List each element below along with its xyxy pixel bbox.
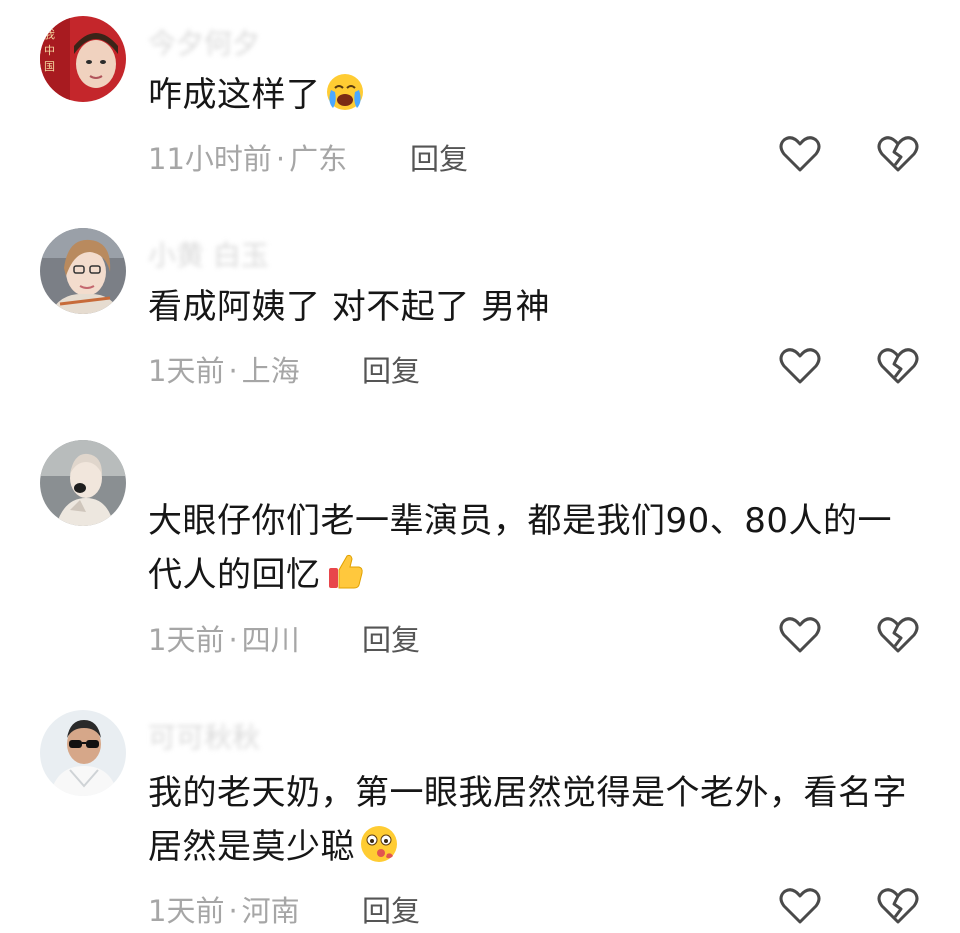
- crying-face-emoji: [326, 74, 363, 110]
- meta-separator: ·: [228, 354, 238, 388]
- heart-outline-icon[interactable]: [778, 615, 822, 655]
- meta-separator: ·: [275, 142, 286, 176]
- comment-text-body: 看成阿姨了 对不起了 男神: [148, 287, 551, 327]
- svg-text:我: 我: [44, 28, 55, 41]
- meta-separator: ·: [228, 623, 238, 657]
- comment-text: 我的老天奶，第一眼我居然觉得是个老外，看名字居然是莫少聪: [148, 766, 920, 874]
- surprised-face-emoji: [361, 826, 397, 862]
- comment-text-body: 我的老天奶，第一眼我居然觉得是个老外，看名字居然是莫少聪: [148, 773, 907, 867]
- avatar[interactable]: [40, 228, 126, 314]
- heart-outline-icon[interactable]: [778, 134, 822, 174]
- comment-meta: 1天前 · 河南: [148, 888, 300, 930]
- avatar[interactable]: 我 中 国: [40, 16, 126, 102]
- meta-separator: ·: [228, 894, 238, 928]
- comment-text: 看成阿姨了 对不起了 男神: [148, 280, 920, 334]
- avatar[interactable]: [40, 440, 126, 526]
- comment-location: 河南: [241, 894, 300, 928]
- comment-time: 1天前: [148, 623, 225, 657]
- heart-outline-icon[interactable]: [778, 886, 822, 926]
- broken-heart-icon[interactable]: [876, 886, 920, 926]
- broken-heart-icon[interactable]: [876, 615, 920, 655]
- svg-text:国: 国: [44, 60, 55, 73]
- reply-button[interactable]: 回复: [362, 348, 420, 390]
- comment-time: 11小时前: [148, 142, 272, 176]
- username[interactable]: 今夕何夕: [148, 22, 260, 62]
- comment-meta: 11小时前 · 广东: [148, 136, 347, 178]
- comment-location: 广东: [289, 142, 348, 176]
- avatar[interactable]: [40, 710, 126, 796]
- username[interactable]: 可可秋秋: [148, 716, 260, 756]
- svg-text:中: 中: [44, 44, 55, 57]
- comment-text: 大眼仔你们老一辈演员，都是我们90、80人的一代人的回忆: [148, 494, 920, 602]
- comment-meta: 1天前 · 四川: [148, 617, 300, 659]
- heart-outline-icon[interactable]: [778, 346, 822, 386]
- comment-time: 1天前: [148, 894, 225, 928]
- reply-button[interactable]: 回复: [410, 136, 468, 178]
- broken-heart-icon[interactable]: [876, 134, 920, 174]
- reply-button[interactable]: 回复: [362, 888, 420, 930]
- comment-meta: 1天前 · 上海: [148, 348, 300, 390]
- comment-text-body: 咋成这样了: [148, 75, 321, 115]
- username[interactable]: 小黄 白玉: [148, 234, 269, 274]
- comment-text-body: 大眼仔你们老一辈演员，都是我们90、80人的一代人的回忆: [148, 501, 893, 595]
- comment-text: 咋成这样了: [148, 68, 920, 122]
- comment-location: 四川: [241, 623, 300, 657]
- reply-button[interactable]: 回复: [362, 617, 420, 659]
- comment-location: 上海: [241, 354, 300, 388]
- thumbs-up-emoji: [328, 554, 363, 589]
- comment-time: 1天前: [148, 354, 225, 388]
- broken-heart-icon[interactable]: [876, 346, 920, 386]
